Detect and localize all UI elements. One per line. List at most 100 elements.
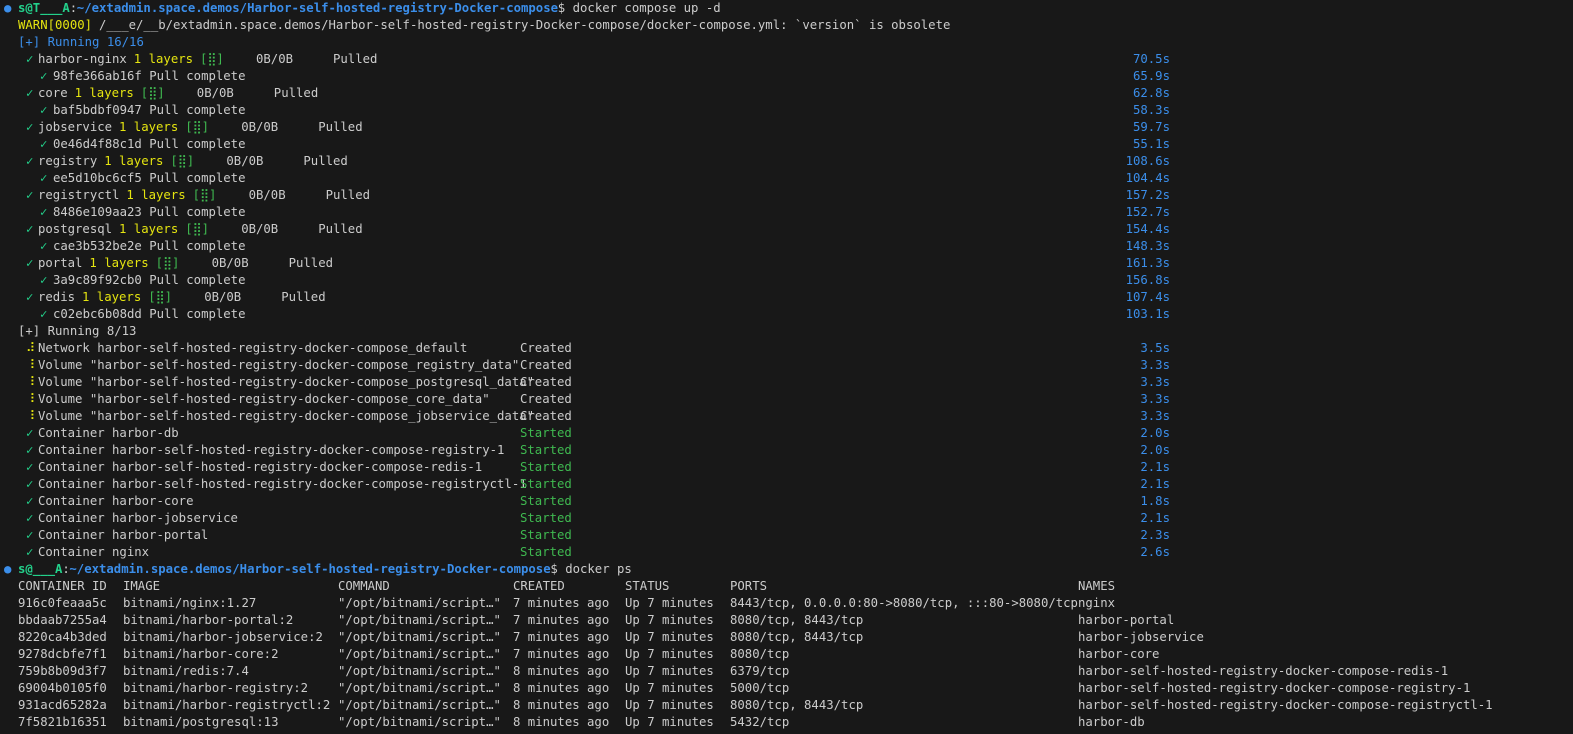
check-icon: ✓ xyxy=(40,103,48,117)
pull-state: Pulled xyxy=(273,86,319,100)
layer-count: 1 layers xyxy=(133,52,194,66)
spinner-icon: ⠸ xyxy=(26,409,36,423)
resource-name: Container harbor-db xyxy=(38,426,179,440)
resource-row: ✓ Container harbor-jobservice Started 2.1s xyxy=(0,510,1573,527)
pull-progress-header: [+] Running 16/16 xyxy=(0,34,1573,51)
resource-row: ⠸ Volume "harbor-self-hosted-registry-doc… xyxy=(0,391,1573,408)
resource-state: Created xyxy=(520,409,572,423)
service-name: registryctl xyxy=(38,188,120,202)
resource-state: Started xyxy=(520,426,572,440)
ps-column-header: NAMES xyxy=(1078,579,1116,593)
ps-cell: bitnami/harbor-core:2 xyxy=(123,647,279,661)
ps-column-header: CONTAINER ID xyxy=(18,579,107,593)
ps-column-header: STATUS xyxy=(625,579,670,593)
ps-cell: 8220ca4b3ded xyxy=(18,630,107,644)
layer-progress-box: [⣿] xyxy=(155,256,180,270)
duration-label: 3.3s xyxy=(1140,358,1170,372)
service-name: registry xyxy=(38,154,98,168)
download-size: 0B/0B xyxy=(211,256,249,270)
ps-header-row: CONTAINER ID IMAGE COMMAND CREATED STATUS POR… xyxy=(0,578,1573,595)
download-size: 0B/0B xyxy=(226,154,264,168)
ps-table-row: 69004b0105f0 bitnami/harbor-registry:2 "/o… xyxy=(0,680,1573,697)
resource-name: Volume "harbor-self-hosted-registry-dock… xyxy=(38,392,490,406)
resource-name: Container harbor-portal xyxy=(38,528,209,542)
duration-label: 104.4s xyxy=(1125,171,1170,185)
pull-layer-row: ✓ baf5bdbf0947 Pull complete 58.3s xyxy=(0,102,1573,119)
duration-label: 58.3s xyxy=(1132,103,1170,117)
pull-service-row: ✓ redis 1 layers [⣿] 0B/0B Pulled 107.4s xyxy=(0,289,1573,306)
duration-label: 103.1s xyxy=(1125,307,1170,321)
service-name: postgresql xyxy=(38,222,113,236)
check-icon: ✓ xyxy=(26,477,34,491)
check-icon: ✓ xyxy=(26,256,34,270)
download-size: 0B/0B xyxy=(204,290,242,304)
service-name: portal xyxy=(38,256,83,270)
duration-label: 3.5s xyxy=(1140,341,1170,355)
service-name: redis xyxy=(38,290,76,304)
warning-line: WARN[0000] /___e/__b/extadmin.space.demos… xyxy=(0,17,1573,34)
check-icon: ✓ xyxy=(26,443,34,457)
resource-state: Started xyxy=(520,460,572,474)
resource-name: Container harbor-self-hosted-registry-do… xyxy=(38,477,527,491)
pull-service-row: ✓ harbor-nginx 1 layers [⣿] 0B/0B Pulled 70.5s xyxy=(0,51,1573,68)
ps-cell: Up 7 minutes xyxy=(625,647,714,661)
resource-state: Started xyxy=(520,511,572,525)
resource-name: Container harbor-jobservice xyxy=(38,511,238,525)
ps-cell: 8 minutes ago xyxy=(513,681,610,695)
layer-count: 1 layers xyxy=(104,154,164,168)
ps-cell: harbor-jobservice xyxy=(1078,630,1204,644)
ps-cell: bitnami/harbor-portal:2 xyxy=(123,613,294,627)
ps-table-row: 9278dcbfe7f1 bitnami/harbor-core:2 "/opt/b… xyxy=(0,646,1573,663)
ps-cell: bbdaab7255a4 xyxy=(18,613,107,627)
resource-row: ⠸ Volume "harbor-self-hosted-registry-doc… xyxy=(0,357,1573,374)
layer-count: 1 layers xyxy=(82,290,142,304)
duration-label: 108.6s xyxy=(1125,154,1170,168)
resource-name: Container harbor-core xyxy=(38,494,194,508)
layer-status: baf5bdbf0947 Pull complete xyxy=(53,103,246,117)
duration-label: 2.1s xyxy=(1140,511,1170,525)
pull-state: Pulled xyxy=(333,52,378,66)
check-icon: ✓ xyxy=(26,154,34,168)
spinner-icon: ⠸ xyxy=(26,358,36,372)
layer-count: 1 layers xyxy=(74,86,134,100)
ps-table-row: 8220ca4b3ded bitnami/harbor-jobservice:2 "… xyxy=(0,629,1573,646)
prompt-path: ~/extadmin.space.demos/Harbor-self-hoste… xyxy=(76,1,559,15)
ps-cell: "/opt/bitnami/script…" xyxy=(338,698,501,712)
duration-label: 3.3s xyxy=(1140,409,1170,423)
ps-cell: "/opt/bitnami/script…" xyxy=(338,647,501,661)
ps-cell: Up 7 minutes xyxy=(625,613,714,627)
resource-row: ✓ Container harbor-portal Started 2.3s xyxy=(0,527,1573,544)
ps-table-row: bbdaab7255a4 bitnami/harbor-portal:2 "/opt… xyxy=(0,612,1573,629)
duration-label: 148.3s xyxy=(1125,239,1170,253)
ps-cell: bitnami/harbor-registry:2 xyxy=(123,681,309,695)
resource-row: ⠸ Volume "harbor-self-hosted-registry-doc… xyxy=(0,374,1573,391)
ps-cell: 8 minutes ago xyxy=(513,715,610,729)
layer-progress-box: [⣿] xyxy=(200,52,224,66)
ps-cell: 8 minutes ago xyxy=(513,664,610,678)
terminal-output[interactable]: ● s@T___A: ~/extadmin.space.demos/Harbor-s… xyxy=(0,0,1573,734)
duration-label: 70.5s xyxy=(1132,52,1170,66)
pull-service-row: ✓ registryctl 1 layers [⣿] 0B/0B Pulled 157.2s xyxy=(0,187,1573,204)
ps-cell: Up 7 minutes xyxy=(625,664,714,678)
prompt-line-docker-ps: ● s@___A: ~/extadmin.space.demos/Harbor-se… xyxy=(0,561,1573,578)
prompt-user-host: s@___A xyxy=(18,562,63,576)
ps-cell: 8080/tcp xyxy=(730,647,790,661)
ps-cell: 7 minutes ago xyxy=(513,596,610,610)
check-icon: ✓ xyxy=(26,86,34,100)
ps-cell: "/opt/bitnami/script…" xyxy=(338,613,501,627)
ps-column-header: PORTS xyxy=(730,579,768,593)
download-size: 0B/0B xyxy=(248,188,286,202)
resource-row: ⠼ Network harbor-self-hosted-registry-doc… xyxy=(0,340,1573,357)
pull-state: Pulled xyxy=(303,154,348,168)
resource-state: Created xyxy=(520,358,572,372)
download-size: 0B/0B xyxy=(256,52,294,66)
pull-service-row: ✓ registry 1 layers [⣿] 0B/0B Pulled 108.6s xyxy=(0,153,1573,170)
ps-column-header: IMAGE xyxy=(123,579,161,593)
pull-service-row: ✓ jobservice 1 layers [⣿] 0B/0B Pulled 59.7s xyxy=(0,119,1573,136)
run-progress-header: [+] Running 8/13 xyxy=(0,323,1573,340)
check-icon: ✓ xyxy=(40,137,48,151)
pull-layer-row: ✓ 98fe366ab16f Pull complete 65.9s xyxy=(0,68,1573,85)
duration-label: 154.4s xyxy=(1125,222,1170,236)
ps-cell: "/opt/bitnami/script…" xyxy=(338,681,501,695)
resource-row: ✓ Container nginx Started 2.6s xyxy=(0,544,1573,561)
